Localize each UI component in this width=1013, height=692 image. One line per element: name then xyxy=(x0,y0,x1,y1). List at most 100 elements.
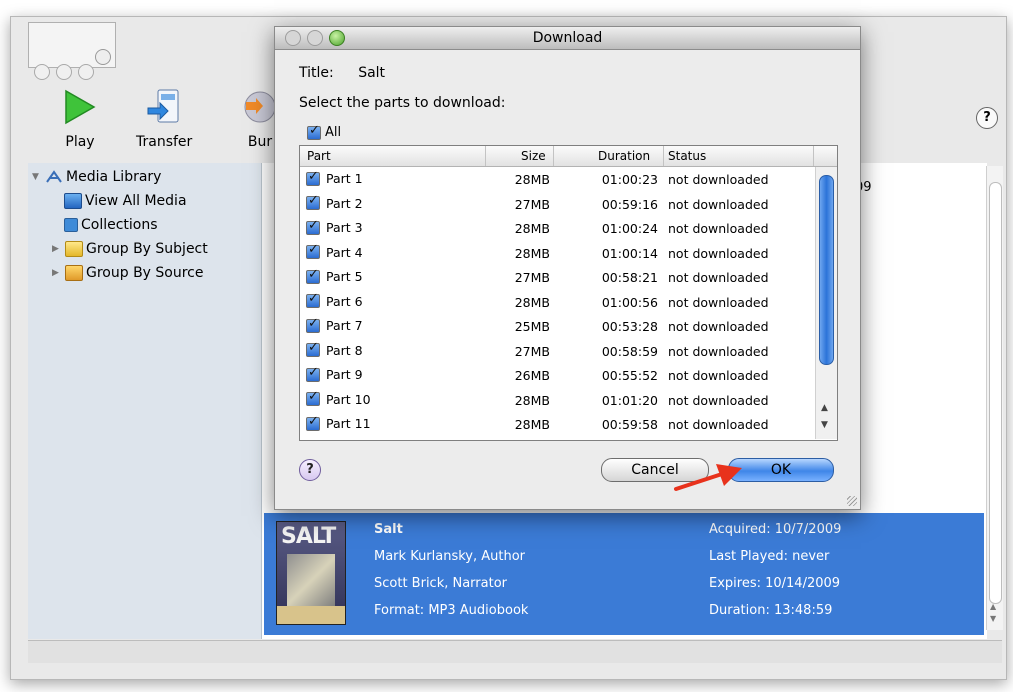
status-cell: not downloaded xyxy=(668,245,769,261)
media-duration: Duration: 13:48:59 xyxy=(709,603,833,618)
part-name: Part 2 xyxy=(326,195,363,211)
part-cell: Part 8 xyxy=(306,340,363,358)
checkbox-checked-icon[interactable] xyxy=(306,414,320,431)
column-header-size[interactable]: Size xyxy=(521,149,546,163)
table-row[interactable]: Part 10 28MB 01:01:20 not downloaded xyxy=(300,389,815,413)
sidebar-item-media-library[interactable]: ▼ Media Library xyxy=(32,169,161,185)
table-row[interactable]: Part 7 25MB 00:53:28 not downloaded xyxy=(300,315,815,339)
scroll-thumb[interactable] xyxy=(819,175,834,365)
part-name: Part 4 xyxy=(326,244,363,260)
sidebar-item-group-by-subject[interactable]: ▶ Group By Subject xyxy=(52,241,208,257)
play-label: Play xyxy=(65,134,95,150)
media-title: Salt xyxy=(374,522,403,537)
column-header-duration[interactable]: Duration xyxy=(598,149,650,163)
collections-icon xyxy=(64,218,78,232)
checkbox-checked-icon[interactable] xyxy=(306,389,320,406)
select-all-checkbox[interactable]: All xyxy=(307,123,341,140)
disclosure-collapsed-icon[interactable]: ▶ xyxy=(52,268,62,278)
table-row[interactable]: Part 8 27MB 00:58:59 not downloaded xyxy=(300,340,815,364)
dialog-title: Download xyxy=(532,30,603,46)
sidebar: ▼ Media Library View All Media Collectio… xyxy=(28,163,262,639)
scroll-thumb[interactable] xyxy=(989,182,1002,604)
duration-cell: 00:59:58 xyxy=(601,417,658,432)
checkbox-checked-icon[interactable] xyxy=(306,340,320,357)
media-library-icon xyxy=(46,170,62,183)
sidebar-item-collections[interactable]: Collections xyxy=(64,217,158,233)
scroll-down-icon[interactable]: ▼ xyxy=(990,614,996,623)
checkbox-checked-icon[interactable] xyxy=(306,316,320,333)
table-row[interactable]: Part 2 27MB 00:59:16 not downloaded xyxy=(300,193,815,217)
media-format: Format: MP3 Audiobook xyxy=(374,603,529,618)
table-row[interactable]: Part 9 26MB 00:55:52 not downloaded xyxy=(300,364,815,388)
select-parts-prompt: Select the parts to download: xyxy=(299,95,506,111)
close-window-icon[interactable] xyxy=(34,64,50,80)
sidebar-item-group-by-source[interactable]: ▶ Group By Source xyxy=(52,265,204,281)
scroll-down-icon[interactable]: ▼ xyxy=(821,420,828,430)
dialog-titlebar[interactable]: Download xyxy=(275,27,860,50)
table-row[interactable]: Part 3 28MB 01:00:24 not downloaded xyxy=(300,217,815,241)
table-row[interactable]: Part 6 28MB 01:00:56 not downloaded xyxy=(300,291,815,315)
parts-table-scrollbar[interactable]: ▲ ▼ xyxy=(815,167,837,439)
minimize-window-icon[interactable] xyxy=(56,64,72,80)
checkbox-checked-icon[interactable] xyxy=(306,291,320,308)
duration-cell: 01:00:56 xyxy=(601,294,658,310)
column-divider xyxy=(485,146,486,166)
checkbox-checked-icon[interactable] xyxy=(306,218,320,235)
checkbox-checked-icon[interactable] xyxy=(306,169,320,186)
status-cell: not downloaded xyxy=(668,270,769,285)
part-cell: Part 7 xyxy=(306,316,363,333)
part-name: Part 10 xyxy=(326,391,371,407)
part-cell: Part 10 xyxy=(306,389,371,407)
disclosure-collapsed-icon[interactable]: ▶ xyxy=(52,244,62,254)
size-cell: 26MB xyxy=(514,368,550,383)
column-divider xyxy=(553,146,554,166)
part-name: Part 11 xyxy=(326,416,371,431)
checkbox-checked-icon[interactable] xyxy=(306,193,320,210)
table-row[interactable]: Part 1 28MB 01:00:23 not downloaded xyxy=(300,168,815,192)
sidebar-item-view-all-media[interactable]: View All Media xyxy=(64,193,187,209)
part-name: Part 3 xyxy=(326,220,363,235)
column-header-part[interactable]: Part xyxy=(307,149,331,163)
table-row[interactable]: Part 5 27MB 00:58:21 not downloaded xyxy=(300,266,815,290)
title-label: Title: xyxy=(299,65,334,81)
dialog-help-button[interactable]: ? xyxy=(299,459,321,481)
window-controls xyxy=(34,64,94,80)
sidebar-item-label: Collections xyxy=(81,217,158,233)
column-divider xyxy=(813,146,814,166)
size-cell: 27MB xyxy=(514,343,550,359)
scroll-up-icon[interactable]: ▲ xyxy=(990,602,996,611)
status-cell: not downloaded xyxy=(668,343,769,359)
selected-media-row[interactable]: SALT Salt Mark Kurlansky, Author Scott B… xyxy=(264,513,984,635)
resize-grip-icon[interactable] xyxy=(847,496,857,506)
column-header-status[interactable]: Status xyxy=(668,149,706,163)
scroll-up-icon[interactable]: ▲ xyxy=(821,403,828,413)
media-expires: Expires: 10/14/2009 xyxy=(709,576,841,591)
annotation-arrow-icon xyxy=(674,464,742,491)
checkbox-checked-icon[interactable] xyxy=(306,365,320,382)
column-divider xyxy=(663,146,664,166)
zoom-window-icon[interactable] xyxy=(78,64,94,80)
sidebar-item-label: Group By Subject xyxy=(86,241,208,257)
checkbox-checked-icon[interactable] xyxy=(306,242,320,259)
help-button[interactable]: ? xyxy=(976,107,998,129)
transfer-icon xyxy=(147,89,179,123)
media-acquired: Acquired: 10/7/2009 xyxy=(709,522,842,537)
media-last-played: Last Played: never xyxy=(709,549,830,564)
duration-cell: 00:58:21 xyxy=(601,270,658,285)
checkbox-checked-icon[interactable] xyxy=(307,123,321,140)
table-row[interactable]: Part 4 28MB 01:00:14 not downloaded xyxy=(300,242,815,266)
duration-cell: 01:00:14 xyxy=(601,245,658,261)
disclosure-expanded-icon[interactable]: ▼ xyxy=(32,172,42,182)
checkbox-checked-icon[interactable] xyxy=(306,267,320,284)
table-header: Part Size Duration Status xyxy=(300,146,837,167)
table-row[interactable]: Part 11 28MB 00:59:58 not downloaded xyxy=(300,413,815,437)
size-cell: 27MB xyxy=(514,196,550,212)
part-cell: Part 11 xyxy=(306,414,371,431)
part-cell: Part 2 xyxy=(306,193,363,211)
duration-cell: 01:00:24 xyxy=(601,221,658,236)
play-button[interactable]: Play xyxy=(60,88,100,150)
transfer-button[interactable]: Transfer xyxy=(136,88,192,150)
main-scrollbar[interactable]: ▲ ▼ xyxy=(986,166,1003,630)
transfer-label: Transfer xyxy=(136,134,193,150)
part-cell: Part 6 xyxy=(306,291,363,309)
